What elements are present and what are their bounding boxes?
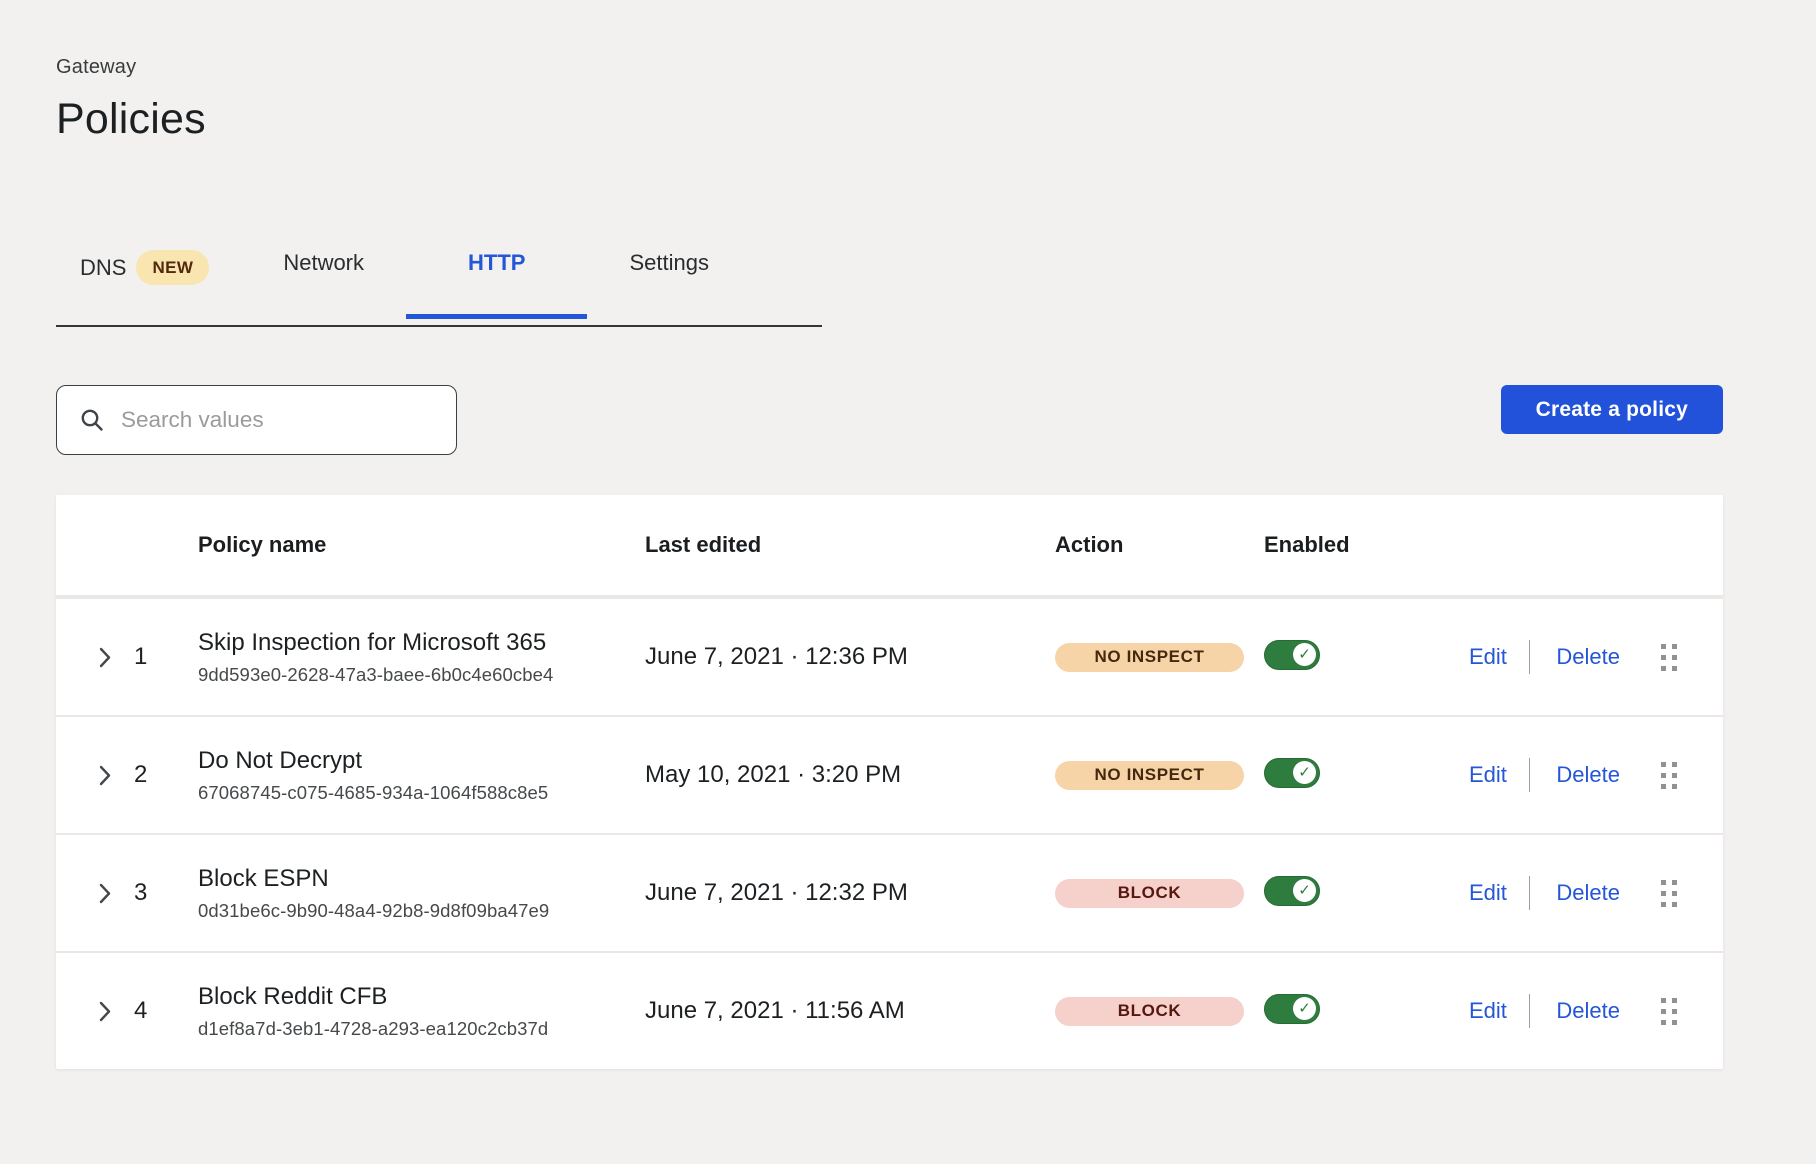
tab-settings[interactable]: Settings — [629, 250, 709, 316]
link-divider — [1529, 758, 1531, 792]
expand-chevron-icon[interactable] — [90, 642, 120, 672]
new-badge: NEW — [136, 250, 209, 285]
enabled-cell: ✓ — [1264, 640, 1469, 675]
delete-link[interactable]: Delete — [1556, 644, 1620, 670]
enabled-toggle[interactable]: ✓ — [1264, 876, 1320, 906]
tab-dns-label: DNS — [80, 255, 126, 281]
link-divider — [1529, 640, 1531, 674]
drag-handle-icon[interactable] — [1661, 998, 1677, 1025]
drag-handle-icon[interactable] — [1661, 880, 1677, 907]
delete-link[interactable]: Delete — [1556, 762, 1620, 788]
table-row: 4 Block Reddit CFB d1ef8a7d-3eb1-4728-a2… — [56, 953, 1723, 1069]
column-action: Action — [1055, 532, 1264, 558]
action-badge: NO INSPECT — [1055, 643, 1244, 672]
policy-name-cell: Do Not Decrypt 67068745-c075-4685-934a-1… — [198, 747, 645, 804]
expand-chevron-icon[interactable] — [90, 760, 120, 790]
table-row: 3 Block ESPN 0d31be6c-9b90-48a4-92b8-9d8… — [56, 835, 1723, 951]
column-enabled: Enabled — [1264, 532, 1469, 558]
column-policy-name: Policy name — [198, 532, 645, 558]
policy-name-cell: Block Reddit CFB d1ef8a7d-3eb1-4728-a293… — [198, 983, 645, 1040]
page-title: Policies — [56, 95, 1816, 144]
toggle-check-icon: ✓ — [1293, 761, 1316, 784]
enabled-cell: ✓ — [1264, 876, 1469, 911]
row-actions: Edit Delete — [1469, 994, 1659, 1028]
drag-cell — [1659, 880, 1723, 907]
column-last-edited: Last edited — [645, 532, 1055, 558]
action-badge: NO INSPECT — [1055, 761, 1244, 790]
tab-network[interactable]: Network — [283, 250, 364, 316]
search-box[interactable] — [56, 385, 457, 455]
tab-network-label: Network — [283, 250, 364, 276]
tab-settings-label: Settings — [629, 250, 709, 276]
action-cell: BLOCK — [1055, 879, 1264, 908]
last-edited-value: June 7, 2021 · 11:56 AM — [645, 997, 1055, 1025]
policy-name: Skip Inspection for Microsoft 365 — [198, 629, 645, 657]
table-row: 2 Do Not Decrypt 67068745-c075-4685-934a… — [56, 717, 1723, 833]
edit-link[interactable]: Edit — [1469, 880, 1507, 906]
create-policy-button[interactable]: Create a policy — [1501, 385, 1723, 434]
enabled-cell: ✓ — [1264, 758, 1469, 793]
drag-cell — [1659, 644, 1723, 671]
policy-name: Block Reddit CFB — [198, 983, 645, 1011]
row-number: 4 — [134, 997, 198, 1025]
link-divider — [1529, 876, 1531, 910]
drag-cell — [1659, 998, 1723, 1025]
row-number: 2 — [134, 761, 198, 789]
expand-chevron-icon[interactable] — [90, 996, 120, 1026]
drag-cell — [1659, 762, 1723, 789]
policy-name: Block ESPN — [198, 865, 645, 893]
table-row: 1 Skip Inspection for Microsoft 365 9dd5… — [56, 599, 1723, 715]
edit-link[interactable]: Edit — [1469, 762, 1507, 788]
edit-link[interactable]: Edit — [1469, 998, 1507, 1024]
policy-uuid: 0d31be6c-9b90-48a4-92b8-9d8f09ba47e9 — [198, 900, 645, 922]
last-edited-value: May 10, 2021 · 3:20 PM — [645, 761, 1055, 789]
search-icon — [79, 407, 105, 433]
toolbar: Create a policy — [56, 385, 1723, 455]
row-number: 1 — [134, 643, 198, 671]
enabled-toggle[interactable]: ✓ — [1264, 758, 1320, 788]
row-actions: Edit Delete — [1469, 758, 1659, 792]
delete-link[interactable]: Delete — [1556, 880, 1620, 906]
policy-name-cell: Skip Inspection for Microsoft 365 9dd593… — [198, 629, 645, 686]
gateway-policies-page: Gateway Policies DNS NEW Network HTTP Se… — [0, 0, 1816, 1069]
delete-link[interactable]: Delete — [1556, 998, 1620, 1024]
policy-uuid: 9dd593e0-2628-47a3-baee-6b0c4e60cbe4 — [198, 664, 645, 686]
drag-handle-icon[interactable] — [1661, 644, 1677, 671]
last-edited-value: June 7, 2021 · 12:32 PM — [645, 879, 1055, 907]
enabled-toggle[interactable]: ✓ — [1264, 640, 1320, 670]
edit-link[interactable]: Edit — [1469, 644, 1507, 670]
tab-dns[interactable]: DNS NEW — [80, 250, 209, 325]
link-divider — [1529, 994, 1531, 1028]
policy-uuid: 67068745-c075-4685-934a-1064f588c8e5 — [198, 782, 645, 804]
policy-name-cell: Block ESPN 0d31be6c-9b90-48a4-92b8-9d8f0… — [198, 865, 645, 922]
policies-table: Policy name Last edited Action Enabled 1… — [56, 495, 1723, 1069]
tab-http-label: HTTP — [468, 250, 525, 276]
breadcrumb: Gateway — [56, 56, 1816, 79]
row-actions: Edit Delete — [1469, 640, 1659, 674]
toggle-check-icon: ✓ — [1293, 643, 1316, 666]
tab-bar: DNS NEW Network HTTP Settings — [56, 250, 822, 327]
expand-chevron-icon[interactable] — [90, 878, 120, 908]
search-input[interactable] — [121, 407, 440, 433]
action-badge: BLOCK — [1055, 997, 1244, 1026]
toggle-check-icon: ✓ — [1293, 879, 1316, 902]
action-cell: NO INSPECT — [1055, 761, 1264, 790]
last-edited-value: June 7, 2021 · 12:36 PM — [645, 643, 1055, 671]
action-cell: NO INSPECT — [1055, 643, 1264, 672]
drag-handle-icon[interactable] — [1661, 762, 1677, 789]
policy-name: Do Not Decrypt — [198, 747, 645, 775]
tab-http[interactable]: HTTP — [468, 250, 525, 316]
row-number: 3 — [134, 879, 198, 907]
enabled-cell: ✓ — [1264, 994, 1469, 1029]
row-actions: Edit Delete — [1469, 876, 1659, 910]
table-body: 1 Skip Inspection for Microsoft 365 9dd5… — [56, 599, 1723, 1069]
action-badge: BLOCK — [1055, 879, 1244, 908]
toggle-check-icon: ✓ — [1293, 997, 1316, 1020]
policy-uuid: d1ef8a7d-3eb1-4728-a293-ea120c2cb37d — [198, 1018, 645, 1040]
table-header-row: Policy name Last edited Action Enabled — [56, 495, 1723, 595]
action-cell: BLOCK — [1055, 997, 1264, 1026]
enabled-toggle[interactable]: ✓ — [1264, 994, 1320, 1024]
